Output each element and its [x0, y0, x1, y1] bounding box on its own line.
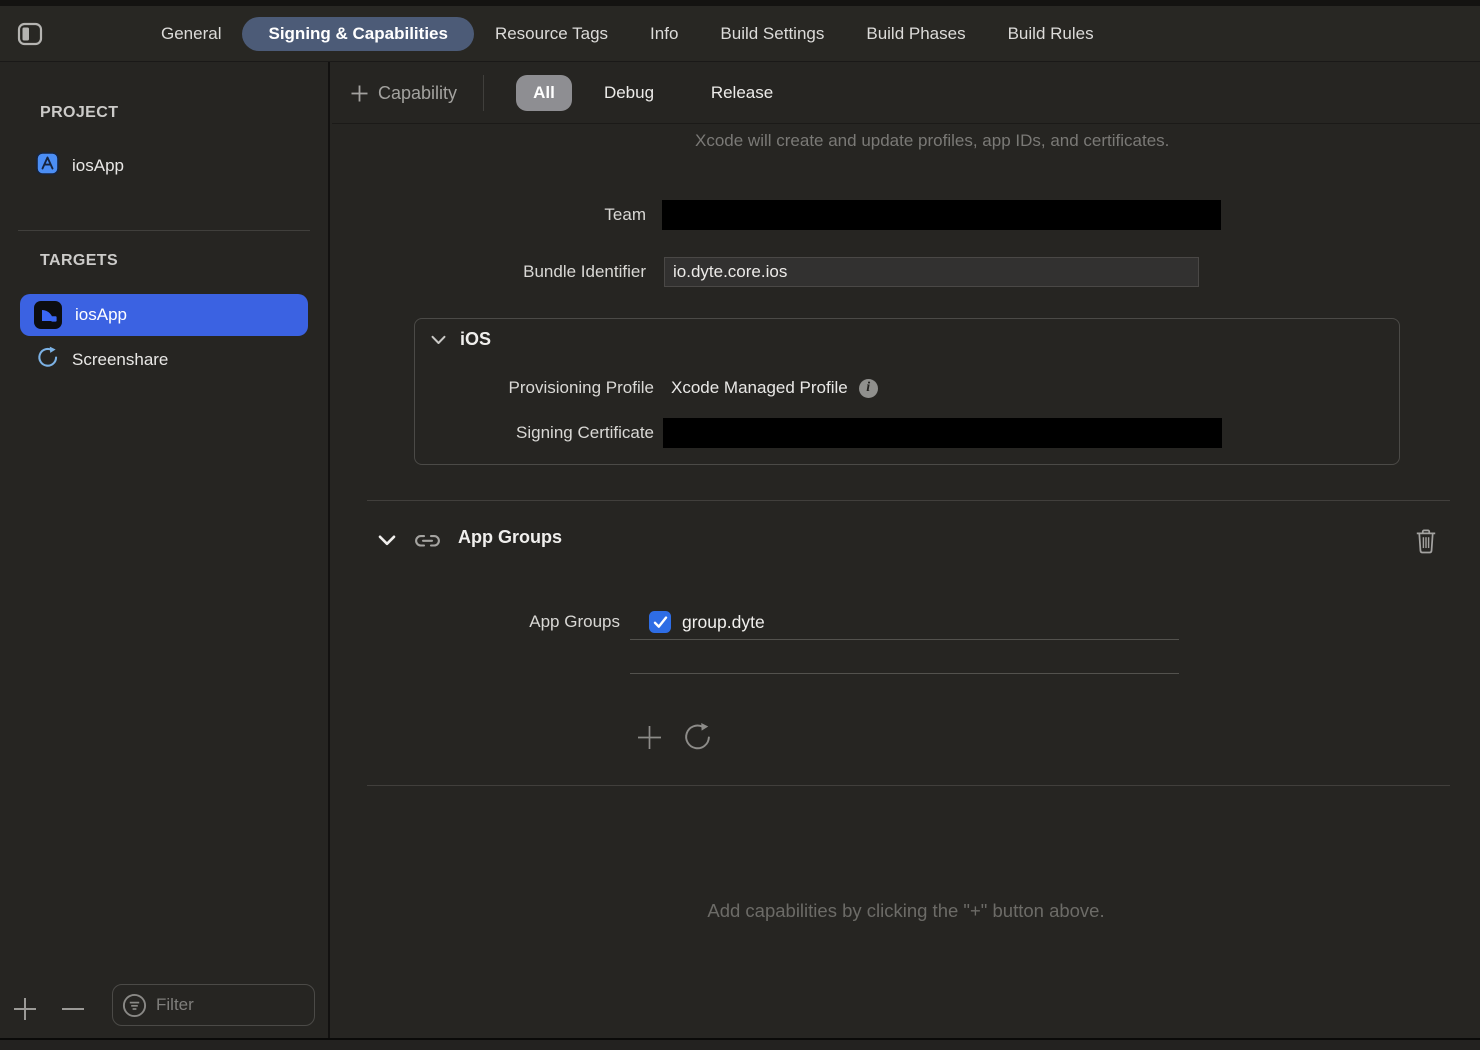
config-tabs: General Signing & Capabilities Resource …: [140, 6, 1115, 62]
app-groups-actions: [632, 720, 714, 754]
app-groups-field-label: App Groups: [332, 609, 620, 635]
project-navigator-sidebar: PROJECT iosApp TARGETS iosApp: [0, 62, 330, 1038]
ios-group-title: iOS: [460, 329, 491, 350]
targets-section-header: TARGETS: [40, 252, 118, 270]
add-capability-label: Capability: [378, 83, 457, 104]
provisioning-profile-label: Provisioning Profile: [415, 373, 654, 403]
scope-tab-all[interactable]: All: [516, 75, 572, 111]
ios-signing-group: iOS Provisioning Profile Xcode Managed P…: [414, 318, 1400, 465]
tab-signing-capabilities[interactable]: Signing & Capabilities: [242, 17, 473, 51]
filter-icon: [122, 993, 147, 1018]
bundle-identifier-label: Bundle Identifier: [332, 257, 646, 287]
list-row-underline: [630, 639, 1179, 640]
toolbar-divider: [483, 75, 484, 111]
filter-field[interactable]: [112, 984, 315, 1026]
delete-capability-trash-icon[interactable]: [1412, 525, 1440, 557]
section-divider: [367, 785, 1450, 786]
scope-tab-debug[interactable]: Debug: [594, 75, 664, 111]
sidebar-item-target-screenshare[interactable]: Screenshare: [36, 346, 168, 374]
sidebar-divider: [18, 230, 310, 231]
ios-group-header[interactable]: iOS: [431, 329, 491, 350]
tab-info[interactable]: Info: [629, 17, 699, 51]
provisioning-profile-text: Xcode Managed Profile: [671, 373, 848, 403]
signing-certificate-label: Signing Certificate: [415, 418, 654, 448]
project-name-label: iosApp: [72, 156, 124, 176]
app-groups-header: App Groups: [332, 527, 1480, 557]
tab-build-settings[interactable]: Build Settings: [699, 17, 845, 51]
add-app-group-button[interactable]: [632, 720, 666, 754]
provisioning-profile-value[interactable]: Xcode Managed Profile i: [671, 373, 878, 403]
list-row-underline: [630, 673, 1179, 674]
scope-tab-release[interactable]: Release: [700, 75, 784, 111]
tab-resource-tags[interactable]: Resource Tags: [474, 17, 629, 51]
add-target-button[interactable]: [10, 994, 40, 1024]
app-group-checkbox[interactable]: [649, 611, 671, 633]
sidebar-footer: [0, 982, 328, 1034]
extension-target-icon: [36, 346, 59, 374]
add-capabilities-hint: Add capabilities by clicking the "+" but…: [332, 900, 1480, 922]
sidebar-toggle-icon[interactable]: [16, 20, 44, 48]
remove-target-button[interactable]: [58, 994, 88, 1024]
signing-certificate-value-redacted[interactable]: [663, 418, 1222, 448]
project-section-header: PROJECT: [40, 104, 118, 122]
add-capability-button[interactable]: Capability: [350, 62, 457, 124]
window-bottom-edge: [0, 1038, 1480, 1050]
refresh-app-groups-button[interactable]: [680, 720, 714, 754]
project-file-icon: [36, 152, 59, 180]
app-group-name[interactable]: group.dyte: [682, 609, 765, 635]
filter-input[interactable]: [156, 995, 286, 1015]
tab-build-rules[interactable]: Build Rules: [987, 17, 1115, 51]
tab-build-phases[interactable]: Build Phases: [845, 17, 986, 51]
bundle-identifier-input[interactable]: [664, 257, 1199, 287]
chevron-down-icon[interactable]: [378, 535, 396, 546]
app-groups-link-icon: [414, 532, 441, 550]
capability-toolbar: Capability All Debug Release: [332, 62, 1480, 124]
app-target-icon: [34, 301, 62, 329]
target-name-label: iosApp: [75, 305, 127, 325]
signing-description: Xcode will create and update profiles, a…: [695, 128, 1195, 154]
target-name-label: Screenshare: [72, 350, 168, 370]
tab-general[interactable]: General: [140, 17, 242, 51]
plus-icon: [350, 84, 369, 103]
sidebar-item-project-iosapp[interactable]: iosApp: [36, 152, 124, 180]
sidebar-item-target-iosapp[interactable]: iosApp: [20, 294, 308, 336]
team-label: Team: [332, 200, 646, 230]
app-groups-title: App Groups: [458, 527, 562, 548]
section-divider: [367, 500, 1450, 501]
editor-tab-bar: General Signing & Capabilities Resource …: [0, 6, 1480, 62]
info-icon[interactable]: i: [859, 379, 878, 398]
team-value-redacted[interactable]: [662, 200, 1221, 230]
signing-capabilities-editor: Capability All Debug Release Xcode will …: [332, 62, 1480, 1038]
chevron-down-icon: [431, 335, 446, 345]
checkmark-icon: [653, 616, 668, 629]
